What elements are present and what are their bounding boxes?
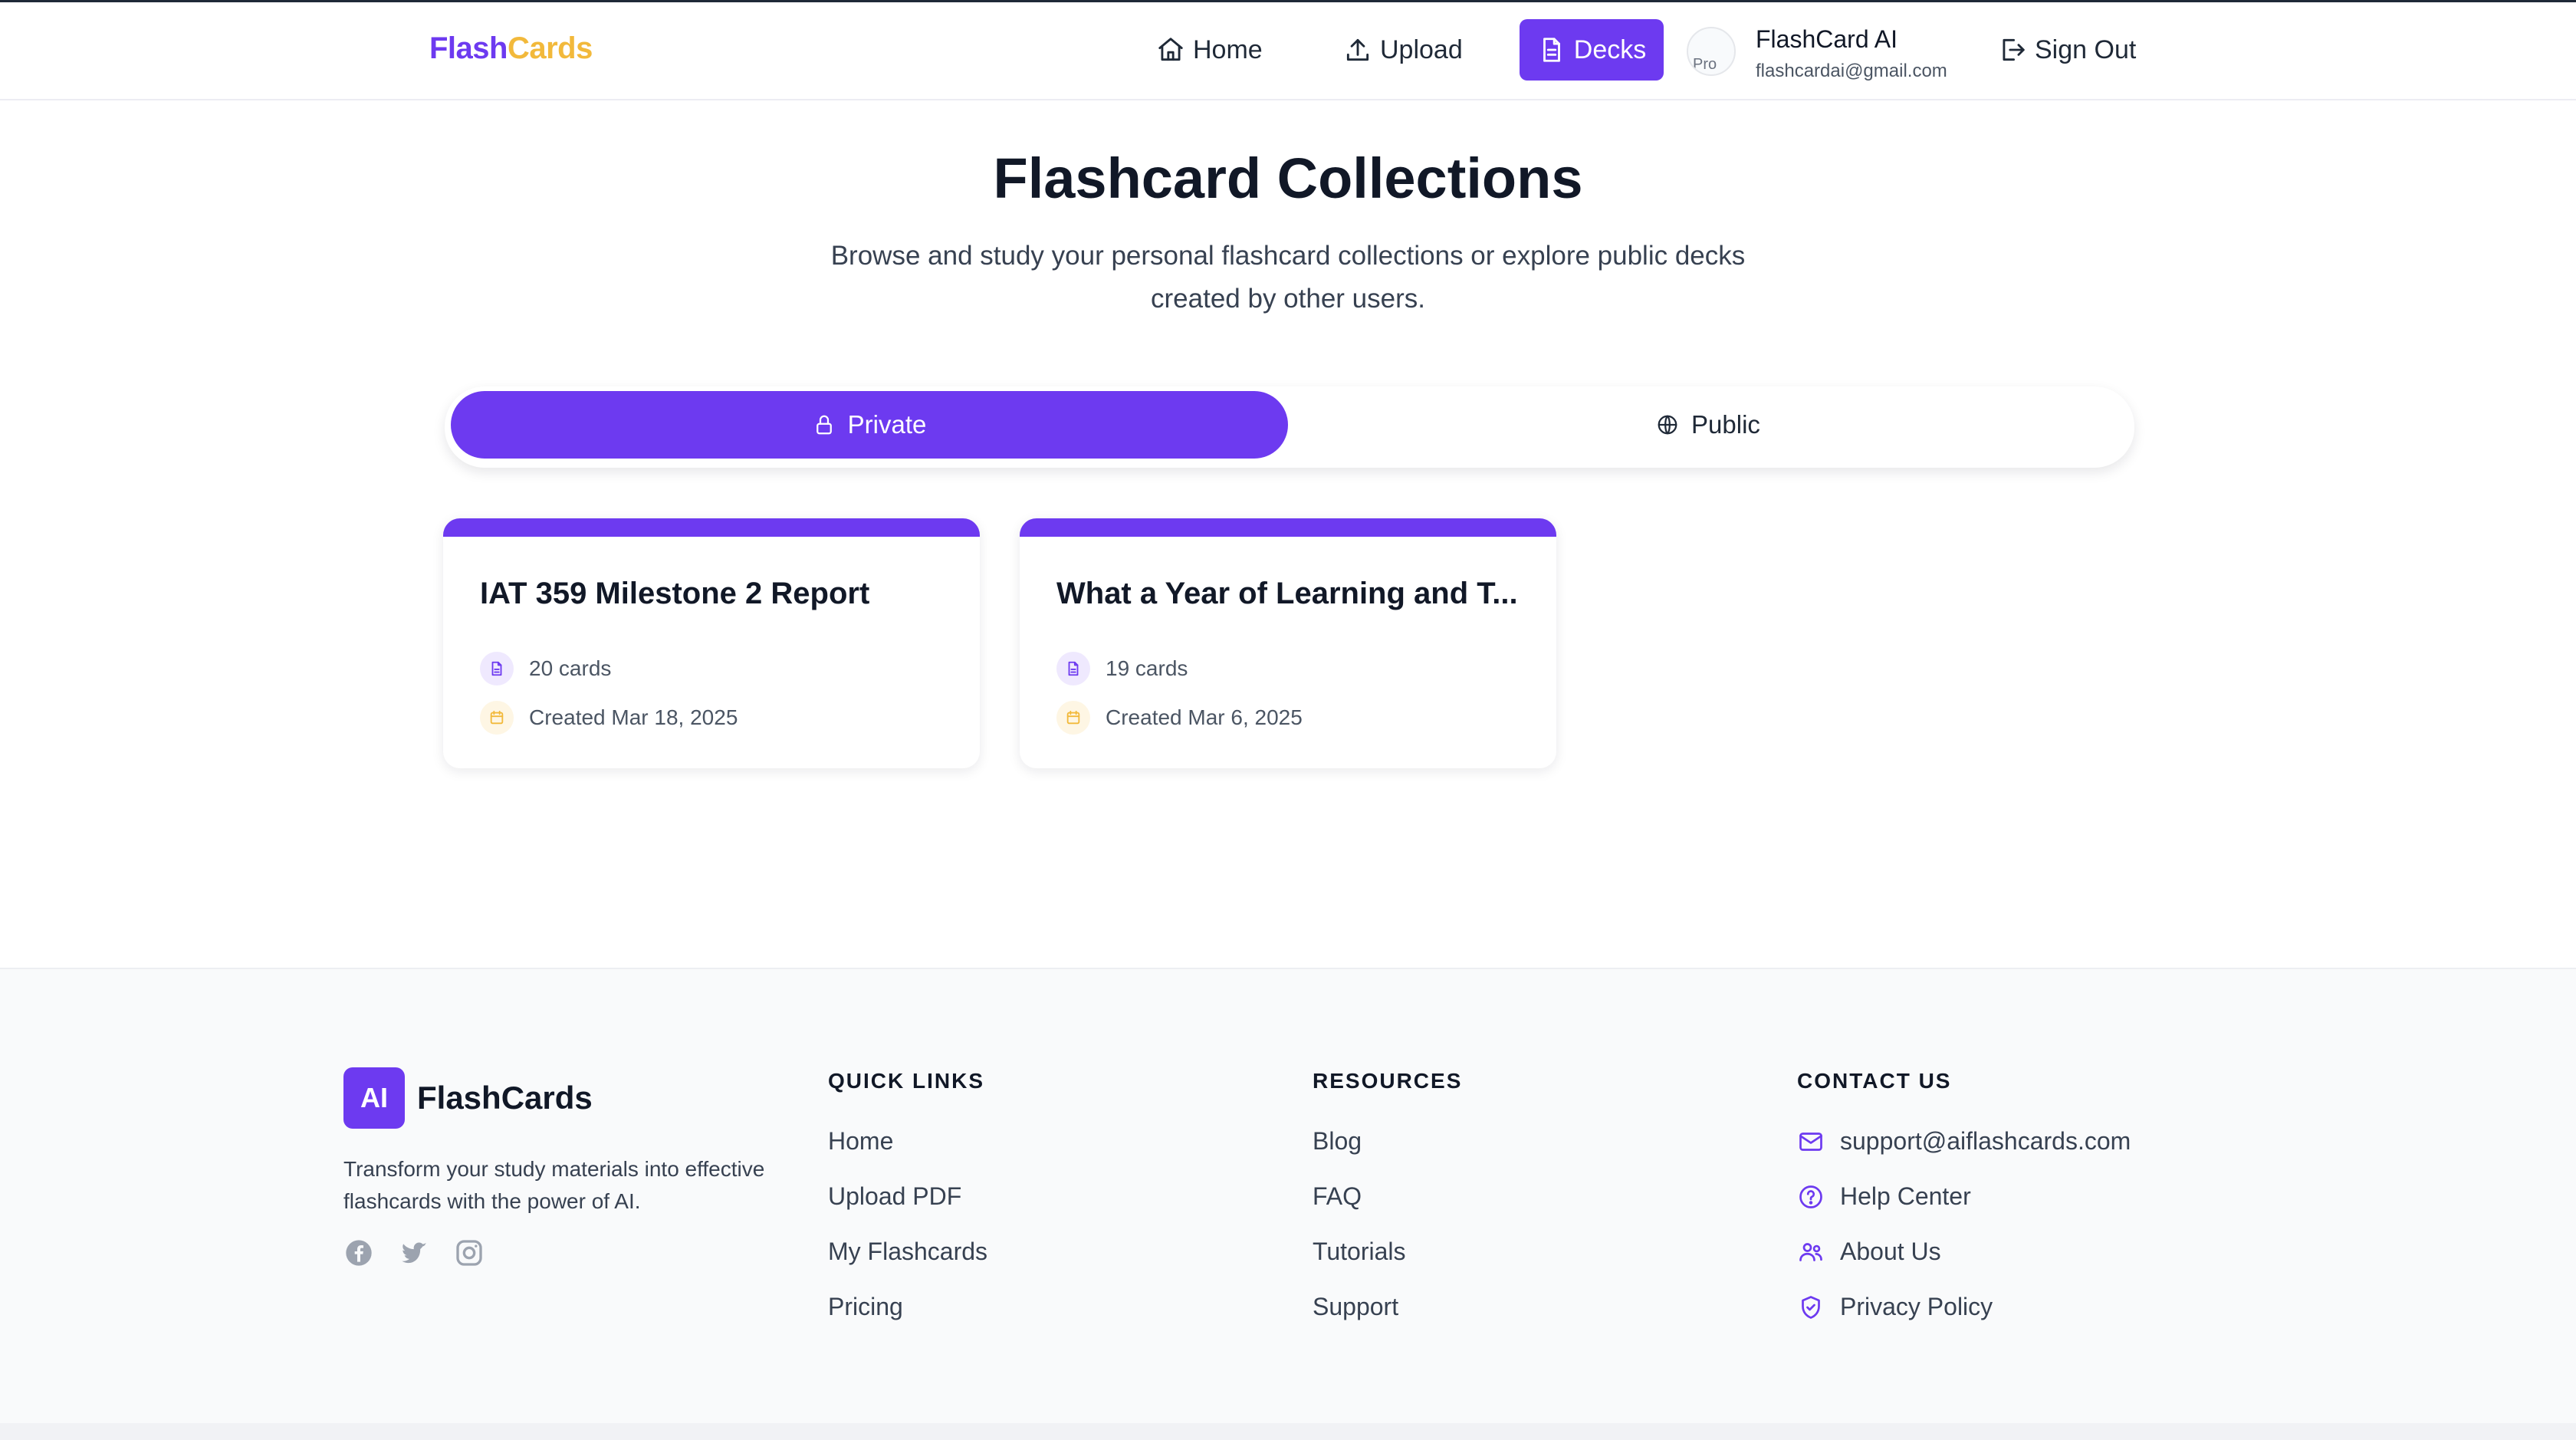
visibility-tabs: Private Public — [445, 386, 2134, 468]
calendar-icon — [480, 701, 514, 735]
footer-link-privacy-policy[interactable]: Privacy Policy — [1797, 1293, 1993, 1321]
document-icon — [1056, 652, 1090, 685]
deck-card[interactable]: What a Year of Learning and T... 19 card… — [1020, 518, 1556, 768]
brand-logo[interactable]: FlashCards — [429, 31, 593, 66]
site-footer: AI FlashCards Transform your study mater… — [0, 968, 2576, 1423]
globe-icon — [1658, 415, 1677, 435]
footer-link-about-us[interactable]: About Us — [1797, 1238, 1941, 1266]
sign-out-label: Sign Out — [2035, 35, 2137, 64]
logo-text-cards: Cards — [507, 31, 593, 65]
tab-private-label: Private — [847, 410, 927, 439]
document-icon — [1543, 38, 1560, 62]
nav-decks-label: Decks — [1573, 35, 1647, 64]
user-name: FlashCard AI — [1756, 25, 1898, 53]
deck-title: IAT 359 Milestone 2 Report — [480, 577, 870, 610]
deck-created-text: Created Mar 18, 2025 — [529, 705, 738, 729]
footer-tagline: Transform your study materials into effe… — [343, 1157, 765, 1213]
resources-heading: RESOURCES — [1313, 1069, 1463, 1093]
footer-logo-badge[interactable]: AI — [343, 1067, 405, 1129]
footer-link-support[interactable]: Support — [1313, 1293, 1398, 1321]
avatar-alt-text: Pro — [1693, 56, 1717, 73]
nav-home-label: Home — [1193, 35, 1263, 64]
deck-created-date: Created Mar 18, 2025 — [480, 701, 738, 735]
sign-out-button[interactable]: Sign Out — [1981, 19, 2153, 81]
deck-card-count-text: 20 cards — [529, 656, 612, 680]
footer-logo-text[interactable]: FlashCards — [417, 1080, 593, 1116]
contact-heading: CONTACT US — [1797, 1069, 1952, 1093]
instagram-icon[interactable] — [454, 1238, 485, 1268]
footer-link-my-flashcards[interactable]: My Flashcards — [828, 1238, 987, 1266]
nav-home-link[interactable]: Home — [1139, 19, 1280, 81]
footer-about-us-text: About Us — [1840, 1238, 1941, 1265]
tab-public-label: Public — [1691, 410, 1760, 439]
deck-card-count-text: 19 cards — [1106, 656, 1188, 680]
mail-icon — [1799, 1132, 1822, 1151]
top-navigation-bar: FlashCards Home Upload Decks Pro FlashCa… — [0, 2, 2576, 100]
footer-link-blog[interactable]: Blog — [1313, 1127, 1362, 1156]
nav-decks-link[interactable]: Decks — [1520, 19, 1664, 81]
logo-text-flash: Flash — [429, 31, 508, 65]
twitter-icon[interactable] — [399, 1238, 429, 1268]
nav-upload-label: Upload — [1380, 35, 1463, 64]
facebook-icon[interactable] — [343, 1238, 374, 1268]
footer-link-home[interactable]: Home — [828, 1127, 893, 1156]
tab-public[interactable]: Public — [1290, 391, 2127, 459]
page-subtitle: Browse and study your personal flashcard… — [830, 241, 1746, 314]
document-icon — [480, 652, 514, 685]
footer-privacy-policy-text: Privacy Policy — [1840, 1293, 1993, 1320]
deck-created-date: Created Mar 6, 2025 — [1056, 701, 1303, 735]
users-icon — [1799, 1242, 1822, 1261]
upload-icon — [1346, 38, 1369, 61]
tab-private[interactable]: Private — [451, 391, 1288, 459]
footer-link-faq[interactable]: FAQ — [1313, 1182, 1362, 1211]
help-circle-icon — [1799, 1185, 1822, 1208]
footer-link-help-center[interactable]: Help Center — [1797, 1182, 1971, 1211]
calendar-icon — [1056, 701, 1090, 735]
nav-upload-link[interactable]: Upload — [1326, 19, 1480, 81]
deck-card[interactable]: IAT 359 Milestone 2 Report 20 cards Crea… — [443, 518, 980, 768]
user-avatar[interactable]: Pro — [1687, 27, 1736, 76]
quick-links-heading: QUICK LINKS — [828, 1069, 984, 1093]
deck-card-count: 20 cards — [480, 652, 611, 685]
footer-link-upload-pdf[interactable]: Upload PDF — [828, 1182, 961, 1211]
deck-card-count: 19 cards — [1056, 652, 1188, 685]
shield-check-icon — [1802, 1295, 1820, 1319]
footer-link-pricing[interactable]: Pricing — [828, 1293, 903, 1321]
footer-help-center-text: Help Center — [1840, 1182, 1971, 1210]
user-email: flashcardai@gmail.com — [1756, 61, 1947, 81]
lock-icon — [816, 415, 832, 435]
deck-title: What a Year of Learning and T... — [1056, 577, 1518, 610]
footer-link-email[interactable]: support@aiflashcards.com — [1797, 1127, 2131, 1156]
sign-out-icon — [2003, 38, 2025, 61]
home-icon — [1158, 38, 1183, 61]
footer-link-tutorials[interactable]: Tutorials — [1313, 1238, 1406, 1266]
page-title: Flashcard Collections — [993, 146, 1583, 210]
footer-email-text: support@aiflashcards.com — [1840, 1127, 2131, 1155]
deck-created-text: Created Mar 6, 2025 — [1106, 705, 1303, 729]
footer-bottom-strip — [0, 1423, 2576, 1440]
